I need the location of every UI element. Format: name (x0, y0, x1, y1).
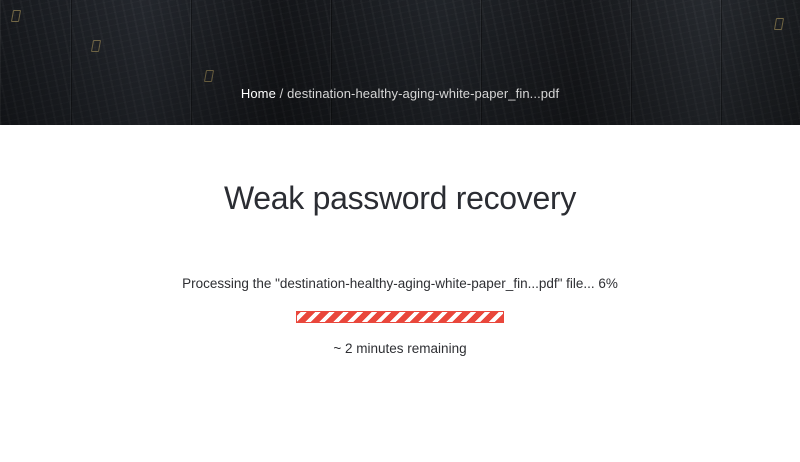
hero-overlay (0, 0, 800, 125)
breadcrumb-home-link[interactable]: Home (241, 86, 276, 101)
progress-bar (296, 311, 504, 323)
breadcrumb-current-file: destination-healthy-aging-white-paper_fi… (287, 86, 560, 101)
progress-bar-fill (297, 312, 503, 322)
page-title: Weak password recovery (223, 180, 577, 216)
hero-banner: Home / destination-healthy-aging-white-p… (0, 0, 800, 125)
processing-status-text: Processing the "destination-healthy-agin… (182, 276, 618, 291)
time-remaining-text: ~ 2 minutes remaining (333, 341, 467, 356)
main-content: Weak password recovery Processing the "d… (0, 125, 800, 356)
breadcrumb: Home / destination-healthy-aging-white-p… (0, 86, 800, 101)
breadcrumb-separator: / (279, 86, 288, 101)
